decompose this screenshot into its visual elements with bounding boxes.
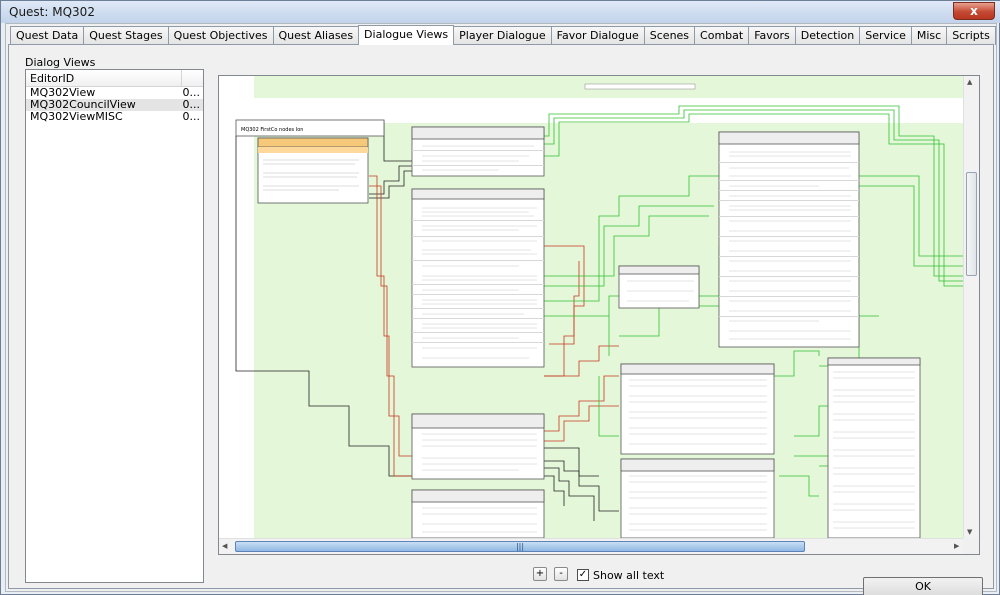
dialog-views-label: Dialog Views (25, 56, 96, 69)
window-client: Quest Data Quest Stages Quest Objectives Qu… (5, 23, 997, 595)
topic-node-start-subheader (258, 147, 368, 153)
list-item[interactable]: MQ302View 0... (26, 87, 203, 99)
tab-strip: Quest Data Quest Stages Quest Objectives Qu… (10, 25, 996, 45)
list-item-editorid: MQ302View (30, 87, 96, 99)
window-title: Quest: MQ302 (9, 5, 95, 19)
dialogue-view-canvas[interactable]: MQ302 FirstCo nodes Ion ▲ ▼ ◀ ||| ▶ (218, 75, 980, 555)
list-item-editorid: MQ302CouncilView (30, 99, 136, 111)
quest-window: Quest: MQ302 x Quest Data Quest Stages Que… (0, 0, 1000, 595)
tab-scenes[interactable]: Scenes (643, 26, 696, 45)
list-item[interactable]: MQ302ViewMISC 0... (26, 111, 203, 123)
group-frame-title-text: MQ302 FirstCo nodes Ion (241, 127, 303, 133)
list-item-editorid: MQ302ViewMISC (30, 111, 123, 123)
zoom-out-button[interactable]: - (554, 567, 568, 581)
column-header-value[interactable] (182, 70, 203, 86)
dialogue-graph-svg: MQ302 FirstCo nodes Ion (235, 76, 964, 538)
tab-detection[interactable]: Detection (794, 26, 861, 45)
scroll-up-arrow-icon[interactable]: ▲ (967, 78, 972, 86)
close-button[interactable]: x (953, 2, 995, 20)
topic-node-start-header (257, 137, 369, 148)
scroll-left-arrow-icon[interactable]: ◀ (222, 542, 227, 550)
vertical-scroll-thumb[interactable] (966, 172, 977, 276)
vertical-scrollbar[interactable]: ▲ ▼ (963, 76, 979, 538)
horizontal-scrollbar[interactable]: ◀ ||| ▶ (219, 538, 979, 554)
tab-favor-dialogue[interactable]: Favor Dialogue (550, 26, 645, 45)
show-all-text-label: Show all text (593, 569, 665, 582)
scroll-grip-icon: ||| (515, 542, 525, 551)
list-item-value: 0... (182, 99, 201, 111)
dialog-views-list[interactable]: EditorID MQ302View 0... MQ302CouncilView 0.… (25, 69, 204, 583)
zoom-in-button[interactable]: + (533, 567, 547, 581)
check-icon: ✓ (578, 569, 588, 580)
title-bar: Quest: MQ302 x (1, 1, 1000, 23)
dialogue-views-panel: Dialog Views EditorID MQ302View 0... MQ302… (8, 44, 994, 595)
list-item-value: 0... (182, 111, 201, 123)
tab-dialogue-views[interactable]: Dialogue Views (358, 25, 455, 45)
tab-service[interactable]: Service (859, 26, 912, 45)
column-header-editorid[interactable]: EditorID (26, 70, 182, 86)
tab-quest-stages[interactable]: Quest Stages (83, 26, 169, 45)
list-header: EditorID (26, 70, 203, 87)
tab-combat[interactable]: Combat (694, 26, 750, 45)
tab-quest-objectives[interactable]: Quest Objectives (167, 26, 274, 45)
tab-scripts[interactable]: Scripts (946, 26, 996, 45)
tab-quest-aliases[interactable]: Quest Aliases (272, 26, 360, 45)
horizontal-scroll-thumb[interactable]: ||| (235, 541, 805, 552)
tab-misc[interactable]: Misc (910, 26, 948, 45)
tab-player-dialogue[interactable]: Player Dialogue (453, 26, 552, 45)
list-item-value: 0... (182, 87, 201, 99)
scroll-right-arrow-icon[interactable]: ▶ (954, 542, 959, 550)
scroll-down-arrow-icon[interactable]: ▼ (967, 528, 972, 536)
close-icon: x (970, 4, 978, 18)
list-item[interactable]: MQ302CouncilView 0... (26, 99, 203, 111)
tab-favors[interactable]: Favors (748, 26, 796, 45)
show-all-text-checkbox[interactable]: ✓ (577, 569, 589, 581)
node-top-fragment (584, 83, 696, 90)
ok-button[interactable]: OK (863, 577, 983, 595)
tab-quest-data[interactable]: Quest Data (10, 26, 85, 45)
dialogue-diagram[interactable]: MQ302 FirstCo nodes Ion (219, 76, 964, 538)
scroll-corner (963, 538, 979, 554)
